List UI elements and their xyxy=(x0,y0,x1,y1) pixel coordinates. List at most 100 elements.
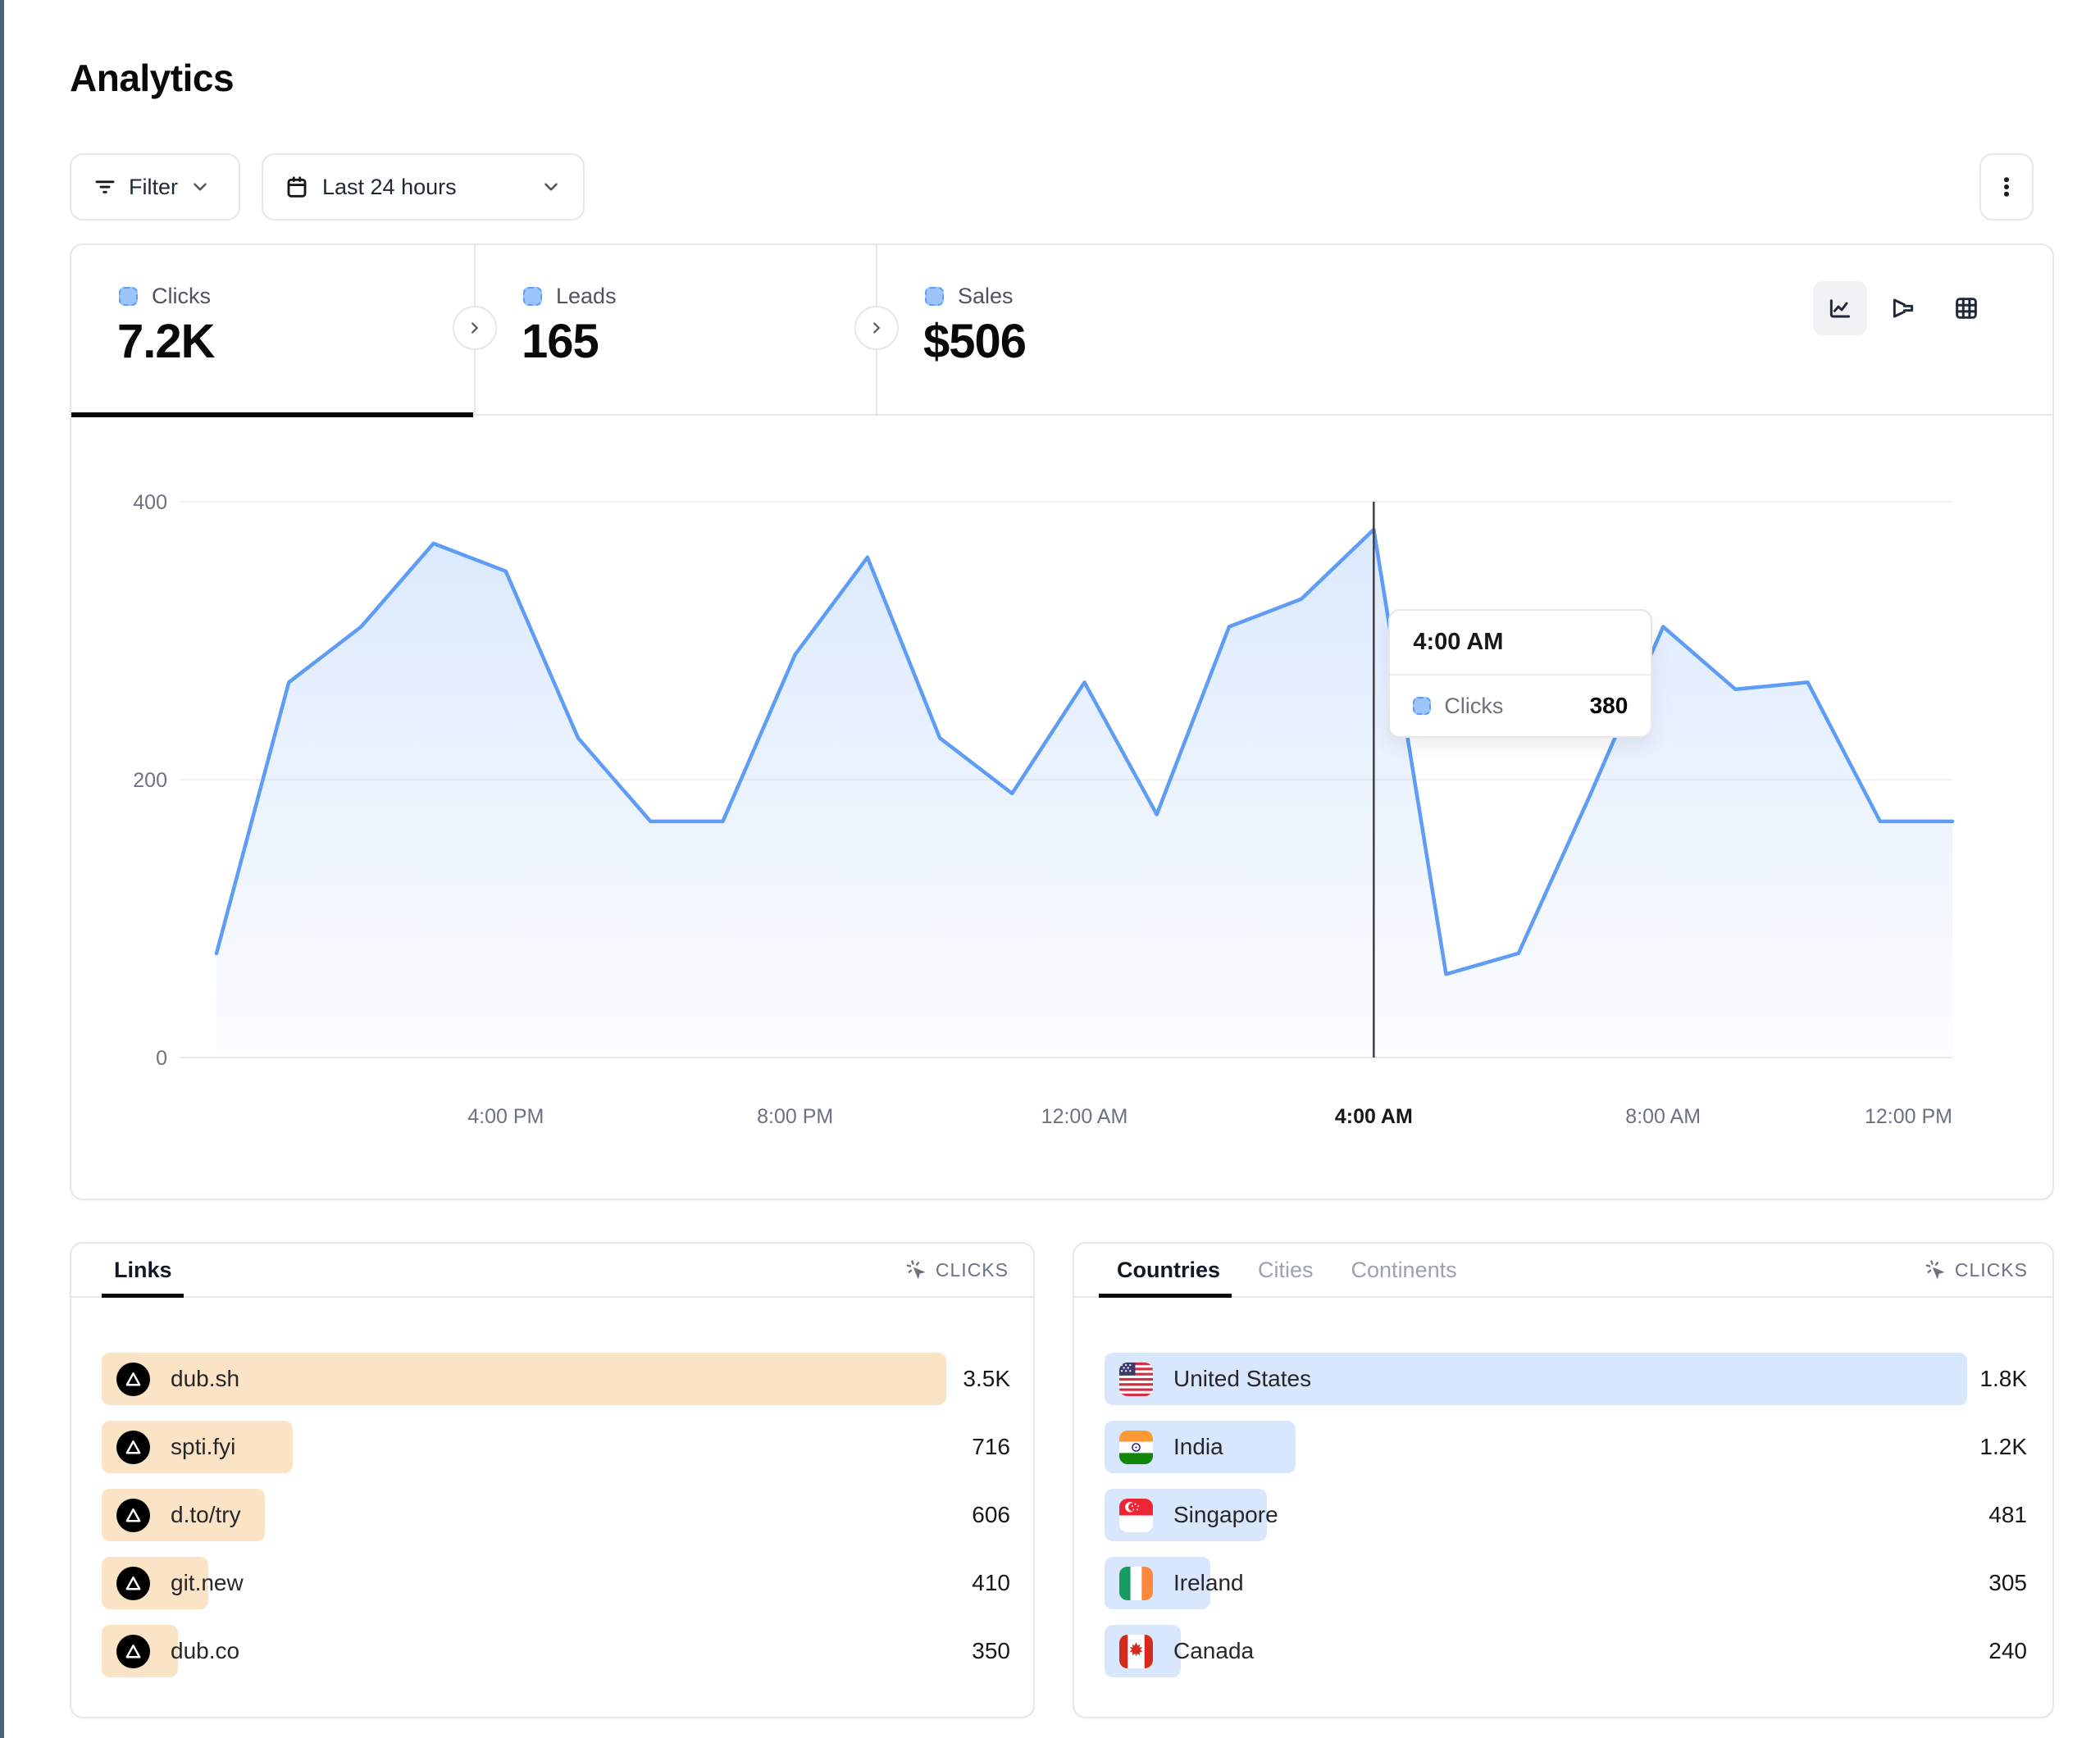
grid-icon xyxy=(1953,295,1979,321)
dub-logo-icon xyxy=(116,1431,150,1464)
country-row[interactable]: India1.2K xyxy=(1105,1421,2027,1473)
leads-legend-swatch xyxy=(523,287,542,306)
countries-metric-label: CLICKS xyxy=(1955,1259,2028,1281)
in-flag-icon xyxy=(1119,1431,1153,1464)
row-value: 481 xyxy=(1988,1502,2027,1528)
cursor-click-icon xyxy=(905,1259,927,1281)
us-flag-icon xyxy=(1119,1363,1153,1396)
tooltip-legend-swatch xyxy=(1413,697,1431,715)
tooltip-series-label: Clicks xyxy=(1444,694,1576,719)
sg-flag-icon xyxy=(1119,1499,1153,1532)
line-chart-icon xyxy=(1827,295,1853,321)
row-label: India xyxy=(1173,1434,1223,1460)
tab-sales[interactable]: Sales $506 xyxy=(877,245,1279,416)
row-label: d.to/try xyxy=(171,1502,241,1528)
tooltip-value: 380 xyxy=(1590,693,1629,719)
left-edge-strip xyxy=(0,0,4,1738)
svg-text:400: 400 xyxy=(133,491,167,514)
row-label: dub.co xyxy=(171,1638,239,1664)
cursor-click-icon xyxy=(1925,1259,1947,1281)
expand-leads-button[interactable] xyxy=(453,306,497,350)
svg-text:8:00 PM: 8:00 PM xyxy=(757,1105,833,1128)
row-value: 410 xyxy=(972,1570,1010,1596)
country-row[interactable]: United States 1.8K xyxy=(1105,1353,2027,1405)
links-list: dub.sh 3.5K spti.fyi716 d.to/try 606 git.new 4… xyxy=(102,1353,1010,1677)
row-value: 1.8K xyxy=(1979,1366,2027,1392)
row-label: United States xyxy=(1173,1366,1311,1392)
chevron-down-icon xyxy=(540,176,562,198)
expand-sales-button[interactable] xyxy=(854,306,899,350)
link-row[interactable]: spti.fyi716 xyxy=(102,1421,1010,1473)
kebab-icon xyxy=(1994,175,2019,199)
chevron-down-icon xyxy=(189,176,211,198)
row-value: 350 xyxy=(972,1638,1010,1664)
ie-flag-icon xyxy=(1119,1567,1153,1600)
tab-countries[interactable]: Countries xyxy=(1117,1258,1220,1283)
row-label: Ireland xyxy=(1173,1570,1244,1596)
stat-tabs: Clicks 7.2K Leads 165 Sales $506 xyxy=(71,245,2052,416)
sales-legend-swatch xyxy=(925,287,944,306)
row-label: Canada xyxy=(1173,1638,1254,1664)
svg-text:4:00 PM: 4:00 PM xyxy=(467,1105,544,1128)
countries-list: United States 1.8K India1.2K Singapore 481 Ir… xyxy=(1105,1353,2027,1677)
page-title: Analytics xyxy=(70,56,234,100)
svg-text:12:00 AM: 12:00 AM xyxy=(1041,1105,1128,1128)
link-row[interactable]: dub.co 350 xyxy=(102,1625,1010,1677)
leads-tab-value: 165 xyxy=(522,314,599,369)
country-row[interactable]: Canada 240 xyxy=(1105,1625,2027,1677)
link-row[interactable]: git.new 410 xyxy=(102,1557,1010,1609)
row-label: dub.sh xyxy=(171,1366,239,1392)
svg-text:0: 0 xyxy=(156,1047,167,1070)
country-row[interactable]: Singapore 481 xyxy=(1105,1489,2027,1541)
row-value: 3.5K xyxy=(963,1366,1010,1392)
active-tab-underline xyxy=(102,1294,184,1298)
ca-flag-icon xyxy=(1119,1635,1153,1668)
link-row[interactable]: dub.sh 3.5K xyxy=(102,1353,1010,1405)
clicks-tab-value: 7.2K xyxy=(117,314,215,369)
row-label: git.new xyxy=(171,1570,244,1596)
chart-type-toggles xyxy=(1813,281,1993,335)
filter-button-label: Filter xyxy=(129,175,178,200)
clicks-legend-swatch xyxy=(119,287,138,306)
more-options-button[interactable] xyxy=(1979,153,2034,221)
links-panel: Links CLICKS dub.sh 3.5K spti.fyi716 d.to/t… xyxy=(70,1242,1035,1718)
line-chart-toggle[interactable] xyxy=(1813,281,1867,335)
dub-logo-icon xyxy=(116,1635,150,1668)
chevron-right-icon xyxy=(466,319,484,337)
calendar-icon xyxy=(285,175,309,199)
dub-logo-icon xyxy=(116,1499,150,1532)
dub-logo-icon xyxy=(116,1363,150,1396)
country-row[interactable]: Ireland 305 xyxy=(1105,1557,2027,1609)
funnel-chart-toggle[interactable] xyxy=(1876,281,1930,335)
filter-button[interactable]: Filter xyxy=(70,153,240,221)
tab-clicks[interactable]: Clicks 7.2K xyxy=(71,245,473,416)
row-value: 240 xyxy=(1988,1638,2027,1664)
tab-cities[interactable]: Cities xyxy=(1258,1258,1314,1283)
sales-tab-label: Sales xyxy=(958,284,1014,309)
clicks-chart[interactable]: 0200400 4:00 PM8:00 PM12:00 AM4:00 AM8:0… xyxy=(71,416,2052,1199)
svg-text:12:00 PM: 12:00 PM xyxy=(1865,1105,1952,1128)
filter-icon xyxy=(93,175,117,199)
tooltip-time: 4:00 AM xyxy=(1390,611,1651,676)
chevron-right-icon xyxy=(868,319,886,337)
links-metric-label: CLICKS xyxy=(936,1259,1009,1281)
svg-text:200: 200 xyxy=(133,769,167,792)
tab-continents[interactable]: Continents xyxy=(1351,1258,1457,1283)
funnel-chart-icon xyxy=(1890,295,1916,321)
row-value: 606 xyxy=(972,1502,1010,1528)
tab-leads[interactable]: Leads 165 xyxy=(476,245,877,416)
date-range-button[interactable]: Last 24 hours xyxy=(262,153,585,221)
row-value: 305 xyxy=(1988,1570,2027,1596)
links-metric-button[interactable]: CLICKS xyxy=(905,1259,1009,1281)
countries-metric-button[interactable]: CLICKS xyxy=(1925,1259,2028,1281)
countries-panel: Countries Cities Continents CLICKS Unite… xyxy=(1073,1242,2054,1718)
leads-tab-label: Leads xyxy=(556,284,617,309)
link-row[interactable]: d.to/try 606 xyxy=(102,1489,1010,1541)
countries-panel-header: Countries Cities Continents CLICKS xyxy=(1074,1244,2052,1298)
links-panel-header: Links CLICKS xyxy=(71,1244,1033,1298)
svg-text:4:00 AM: 4:00 AM xyxy=(1335,1105,1413,1128)
tab-links[interactable]: Links xyxy=(114,1258,172,1283)
table-view-toggle[interactable] xyxy=(1939,281,1993,335)
active-tab-underline xyxy=(1099,1294,1232,1298)
row-label: Singapore xyxy=(1173,1502,1278,1528)
